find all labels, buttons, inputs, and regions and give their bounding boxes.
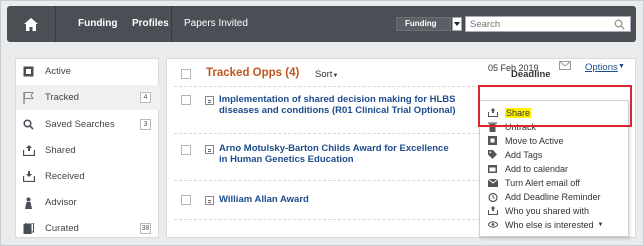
nav-divider bbox=[171, 6, 172, 42]
row-divider bbox=[174, 219, 480, 220]
app-window: Funding Profiles Papers Invited Funding … bbox=[0, 0, 644, 246]
select-all-checkbox[interactable] bbox=[181, 69, 191, 79]
sidebar-item-label: Tracked bbox=[45, 92, 79, 103]
menu-item-label: Add Deadline Reminder bbox=[505, 191, 601, 202]
menu-item-who-else-is-interested[interactable]: Who else is interested ▼ bbox=[480, 218, 628, 231]
menu-item-add-to-calendar[interactable]: Add to calendar bbox=[480, 162, 628, 175]
opportunity-title[interactable]: Implementation of shared decision making… bbox=[219, 94, 479, 116]
nav-divider bbox=[55, 6, 56, 42]
chevron-down-icon: ▼ bbox=[618, 63, 625, 70]
page-title: Tracked Opps (4) bbox=[206, 67, 300, 79]
mail-icon bbox=[488, 178, 498, 187]
sidebar-item-received[interactable]: Received bbox=[16, 164, 160, 189]
menu-item-label: Move to Active bbox=[505, 135, 564, 146]
sidebar-item-label: Saved Searches bbox=[45, 119, 115, 130]
count-badge: 4 bbox=[140, 92, 151, 103]
sidebar-item-label: Advisor bbox=[45, 197, 77, 208]
row-divider bbox=[174, 180, 480, 181]
row-divider bbox=[174, 133, 480, 134]
menu-item-add-tags[interactable]: Add Tags bbox=[480, 148, 628, 161]
highlight-callout bbox=[478, 85, 632, 127]
menu-item-label: Add Tags bbox=[505, 149, 543, 160]
home-button[interactable] bbox=[7, 6, 55, 42]
row-checkbox[interactable] bbox=[181, 145, 191, 155]
opportunity-icon bbox=[205, 196, 214, 205]
sidebar-item-active[interactable]: Active bbox=[16, 59, 160, 84]
sidebar-item-saved-searches[interactable]: Saved Searches 3 bbox=[16, 112, 160, 137]
sidebar-item-advisor[interactable]: Advisor bbox=[16, 190, 160, 215]
opportunity-title[interactable]: William Allan Award bbox=[219, 194, 459, 205]
sidebar: Active Tracked 4 Saved Searches 3 Shared… bbox=[15, 58, 160, 241]
sidebar-item-label: Received bbox=[45, 171, 85, 182]
row-checkbox[interactable] bbox=[181, 195, 191, 205]
sidebar-item-label: Active bbox=[45, 66, 71, 77]
menu-item-who-you-shared-with[interactable]: Who you shared with bbox=[480, 204, 628, 217]
sidebar-item-tracked[interactable]: Tracked 4 bbox=[16, 85, 160, 110]
menu-item-label: Add to calendar bbox=[505, 163, 569, 174]
sidebar-item-shared[interactable]: Shared bbox=[16, 138, 160, 163]
row-checkbox[interactable] bbox=[181, 95, 191, 105]
eye-icon bbox=[488, 221, 498, 228]
nav-papers-invited[interactable]: Papers Invited bbox=[174, 6, 258, 42]
share-icon bbox=[488, 206, 498, 215]
menu-item-move-to-active[interactable]: Move to Active bbox=[480, 134, 628, 147]
funding-select-toggle[interactable] bbox=[452, 17, 462, 31]
funding-select[interactable]: Funding bbox=[396, 17, 451, 31]
search-box bbox=[465, 16, 631, 32]
sidebar-item-label: Shared bbox=[45, 145, 76, 156]
menu-item-turn-alert-email-off[interactable]: Turn Alert email off bbox=[480, 176, 628, 189]
opportunity-title[interactable]: Arno Motulsky-Barton Childs Award for Ex… bbox=[219, 143, 459, 165]
calendar-icon bbox=[488, 164, 498, 173]
opportunity-icon bbox=[205, 145, 214, 154]
chevron-down-icon: ▼ bbox=[597, 221, 604, 228]
menu-item-add-deadline-reminder[interactable]: Add Deadline Reminder bbox=[480, 190, 628, 203]
count-badge: 38 bbox=[140, 223, 151, 234]
inbox-icon bbox=[23, 171, 37, 182]
home-icon bbox=[24, 17, 38, 31]
search-icon[interactable] bbox=[614, 19, 625, 30]
active-icon bbox=[488, 136, 498, 145]
clock-icon bbox=[488, 192, 498, 202]
options-link[interactable]: Options bbox=[585, 62, 618, 73]
nav-funding[interactable]: Funding bbox=[68, 6, 127, 42]
sidebar-item-label: Curated bbox=[45, 223, 79, 234]
search-icon bbox=[23, 119, 37, 130]
flag-icon bbox=[23, 91, 37, 104]
row-divider bbox=[174, 86, 480, 87]
tag-icon bbox=[488, 150, 498, 159]
curated-icon bbox=[23, 223, 37, 234]
sort-dropdown[interactable]: Sort▼ bbox=[315, 69, 338, 80]
menu-item-label: Who else is interested bbox=[505, 219, 594, 230]
chevron-down-icon: ▼ bbox=[332, 73, 339, 79]
mail-icon[interactable] bbox=[559, 61, 571, 73]
deadline-value: 05 Feb 2019 bbox=[488, 63, 539, 73]
search-input[interactable] bbox=[470, 18, 610, 30]
menu-item-label: Turn Alert email off bbox=[505, 177, 581, 188]
sort-label: Sort bbox=[315, 69, 333, 80]
opportunity-icon bbox=[205, 96, 214, 105]
advisor-icon bbox=[23, 197, 37, 209]
top-nav: Funding Profiles Papers Invited Funding bbox=[7, 6, 636, 42]
active-icon bbox=[23, 66, 37, 77]
share-icon bbox=[23, 145, 37, 156]
menu-item-label: Who you shared with bbox=[505, 205, 590, 216]
sidebar-item-curated[interactable]: Curated 38 bbox=[16, 216, 160, 241]
caret-down-icon bbox=[454, 22, 460, 26]
count-badge: 3 bbox=[140, 119, 151, 130]
